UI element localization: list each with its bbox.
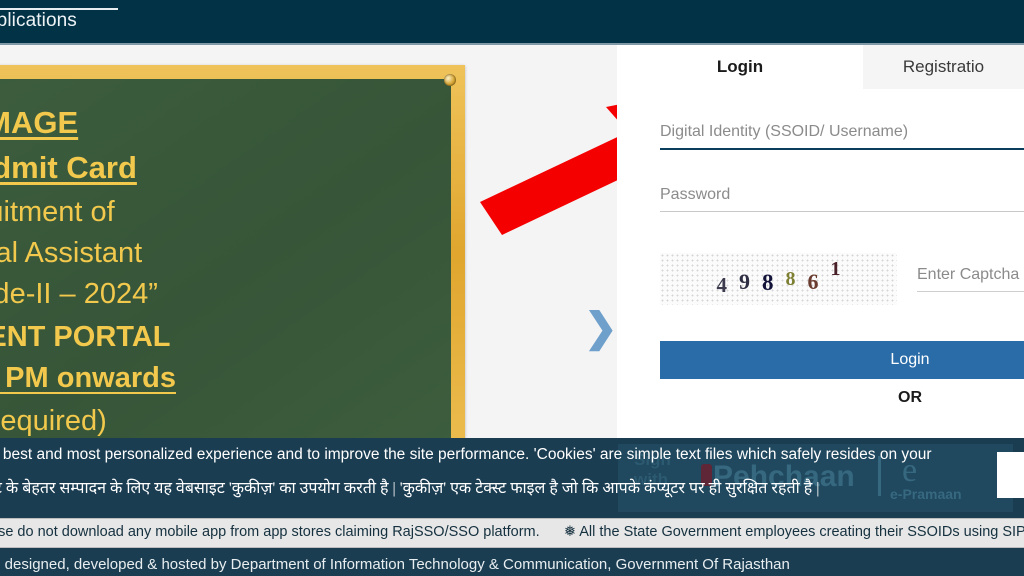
board-line-7: 024 from 06:00 PM onwards: [0, 361, 176, 394]
cookie-consent-banner: Sign with Pehchaan e e-Pramaan e best an…: [0, 438, 1024, 518]
board-line-2-bold: Admit Card: [0, 150, 137, 186]
captcha-digit: 8: [762, 270, 774, 295]
ssoid-underline: [660, 148, 1024, 150]
board-line-6-bold: RECRUITMENT PORTAL: [0, 320, 171, 353]
carousel-next-icon[interactable]: ❯: [584, 308, 618, 348]
nav-item-applications[interactable]: pplications: [0, 10, 77, 32]
cookie-text-english: e best and most personalized experience …: [0, 446, 932, 463]
captcha-input[interactable]: [917, 266, 1024, 291]
tab-login[interactable]: Login: [617, 45, 863, 89]
board-line-2: ownload the Admit Card: [0, 150, 429, 185]
or-separator-label: OR: [898, 389, 922, 406]
notice-board-image[interactable]: CLICK THIS IMAGE ownload the Admit Card …: [0, 65, 465, 485]
board-line-8: SSO Login not required): [0, 404, 107, 437]
captcha-row: 498861: [660, 253, 1024, 305]
top-navigation-bar: pplications: [0, 0, 1024, 43]
ssoid-field-wrap: [660, 123, 1024, 150]
announcement-marquee: ase do not download any mobile app from …: [0, 518, 1024, 548]
page-footer: te designed, developed & hosted by Depar…: [0, 548, 1024, 576]
footer-credit-text: te designed, developed & hosted by Depar…: [0, 556, 790, 573]
ssoid-input[interactable]: [660, 123, 1024, 148]
cookie-accept-button[interactable]: [997, 452, 1024, 498]
board-line-5: Grade-II – 2024”: [0, 277, 158, 310]
notice-board-surface: CLICK THIS IMAGE ownload the Admit Card …: [0, 79, 451, 471]
password-input[interactable]: [660, 186, 1024, 211]
captcha-underline: [917, 291, 1024, 292]
login-button[interactable]: Login: [660, 341, 1024, 379]
cookie-text-hindi: ईट के बेहतर सम्पादन के लिए यह वेबसाइट 'क…: [0, 480, 820, 497]
page-body: CLICK THIS IMAGE ownload the Admit Card …: [0, 45, 1024, 576]
captcha-image: 498861: [660, 253, 897, 305]
captcha-field-wrap: [917, 266, 1024, 292]
marquee-text-part2: All the State Government employees creat…: [579, 524, 1024, 540]
password-underline: [660, 211, 1024, 212]
login-tabs: Login Registratio: [617, 45, 1024, 89]
board-screw-icon: [444, 74, 456, 86]
snowflake-icon: ❅: [563, 524, 576, 540]
captcha-digit: 4: [716, 272, 728, 297]
captcha-digit: 8: [785, 267, 796, 290]
tab-registration[interactable]: Registratio: [863, 45, 1024, 89]
board-line-1: CLICK THIS IMAGE: [0, 105, 79, 140]
captcha-digit: 9: [739, 269, 750, 294]
password-field-wrap: [660, 186, 1024, 212]
captcha-digit: 1: [830, 257, 841, 280]
board-line-3: irect Joint Recruitment of: [0, 195, 115, 228]
login-form: [660, 123, 1024, 248]
board-line-6: he RECRUITMENT PORTAL: [0, 321, 429, 354]
board-line-4: apher & Personal Assistant: [0, 236, 143, 269]
marquee-text: ase do not download any mobile app from …: [0, 524, 1024, 540]
marquee-text-part1: ase do not download any mobile app from …: [0, 524, 540, 540]
carousel-panel: CLICK THIS IMAGE ownload the Admit Card …: [0, 45, 618, 485]
login-card: Login Registratio 498861: [617, 45, 1024, 445]
captcha-digit: 6: [807, 269, 819, 294]
